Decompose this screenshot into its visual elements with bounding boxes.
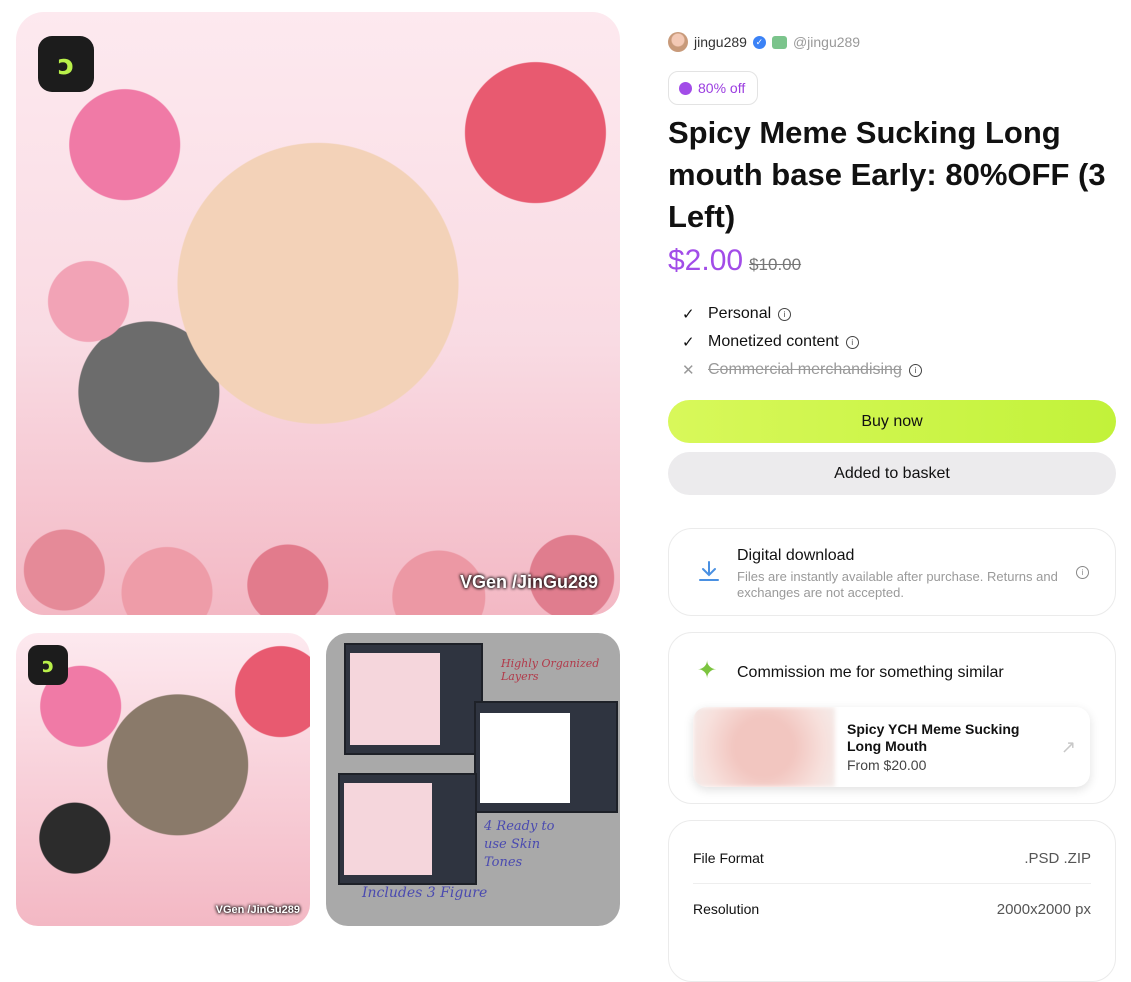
- thumbnail-watermark: VGen /JinGu289: [215, 904, 300, 916]
- spec-label: File Format: [693, 850, 764, 866]
- added-to-basket-button[interactable]: Added to basket: [668, 452, 1116, 495]
- commission-card: ✦ Commission me for something similar Sp…: [668, 632, 1116, 804]
- info-icon[interactable]: i: [1076, 566, 1089, 579]
- gallery-thumbnail-2[interactable]: Highly Organized Layers 4 Ready to use S…: [326, 633, 620, 926]
- avatar[interactable]: [668, 32, 688, 52]
- license-item-monetized: ✓ Monetized content i: [682, 328, 922, 356]
- offer-thumbnail: [693, 707, 835, 787]
- digital-download-title: Digital download: [737, 547, 855, 564]
- image-watermark: VGen /JinGu289: [459, 572, 598, 592]
- digital-download-card: Digital download Files are instantly ava…: [668, 528, 1116, 616]
- license-label: Personal: [708, 305, 772, 322]
- sparkle-icon: ✦: [697, 657, 718, 684]
- cross-icon: ✕: [682, 362, 695, 379]
- layers-screenshot: [474, 701, 618, 813]
- price-row: $2.00 $10.00: [668, 244, 801, 278]
- offer-price: From $20.00: [847, 757, 927, 773]
- creator-badge-icon: [771, 35, 787, 49]
- author-name[interactable]: jingu289: [694, 34, 747, 50]
- check-icon: ✓: [682, 334, 695, 351]
- original-price: $10.00: [749, 255, 802, 274]
- main-product-image[interactable]: ↄ VGen /JinGu289: [16, 12, 620, 615]
- license-item-commercial: ✕ Commercial merchandising i: [682, 356, 922, 384]
- commission-offer[interactable]: Spicy YCH Meme Sucking Long Mouth From $…: [693, 707, 1090, 787]
- spec-value: 2000x2000 px: [996, 900, 1091, 918]
- author-handle: @jingu289: [792, 34, 861, 50]
- spec-value: .PSD .ZIP: [1024, 849, 1091, 867]
- offer-title: Spicy YCH Meme Sucking Long Mouth: [847, 721, 1020, 754]
- arrow-up-right-icon: ↗: [1060, 737, 1076, 757]
- specs-card: File Format .PSD .ZIP Resolution 2000x20…: [668, 820, 1116, 982]
- buy-now-button[interactable]: Buy now: [668, 400, 1116, 443]
- vgen-logo-icon: ↄ: [38, 36, 94, 92]
- license-label: Monetized content: [708, 333, 839, 350]
- verified-icon: ✓: [752, 35, 766, 49]
- spec-row-file-format: File Format .PSD .ZIP: [693, 833, 1091, 884]
- layers-screenshot: [344, 643, 483, 755]
- info-icon[interactable]: i: [908, 363, 922, 377]
- spec-row-resolution: Resolution 2000x2000 px: [693, 884, 1091, 934]
- info-icon[interactable]: i: [845, 335, 859, 349]
- discount-icon: [679, 81, 692, 95]
- handwritten-note: 4 Ready to use Skin Tones: [484, 819, 555, 870]
- product-title: Spicy Meme Sucking Long mouth base Early…: [668, 115, 1106, 234]
- current-price: $2.00: [668, 244, 744, 277]
- license-list: ✓ Personal i ✓ Monetized content i ✕ Com…: [682, 300, 922, 384]
- digital-download-description: Files are instantly available after purc…: [737, 569, 1058, 600]
- layers-screenshot: [338, 773, 477, 885]
- discount-badge: 80% off: [668, 71, 759, 105]
- license-item-personal: ✓ Personal i: [682, 300, 922, 328]
- commission-title: Commission me for something similar: [737, 664, 1004, 681]
- check-icon: ✓: [682, 306, 695, 323]
- handwritten-note: Includes 3 Figure: [362, 885, 488, 901]
- handwritten-note: Highly Organized Layers: [501, 657, 600, 683]
- vgen-logo-icon: ↄ: [28, 645, 68, 685]
- download-icon: [699, 561, 719, 581]
- gallery-thumbnail-1[interactable]: ↄ VGen /JinGu289: [16, 633, 310, 926]
- license-label: Commercial merchandising: [708, 361, 902, 378]
- spec-label: Resolution: [693, 901, 760, 917]
- info-icon[interactable]: i: [778, 307, 792, 321]
- discount-label: 80% off: [698, 80, 746, 96]
- author-row[interactable]: jingu289 ✓ @jingu289: [668, 32, 860, 52]
